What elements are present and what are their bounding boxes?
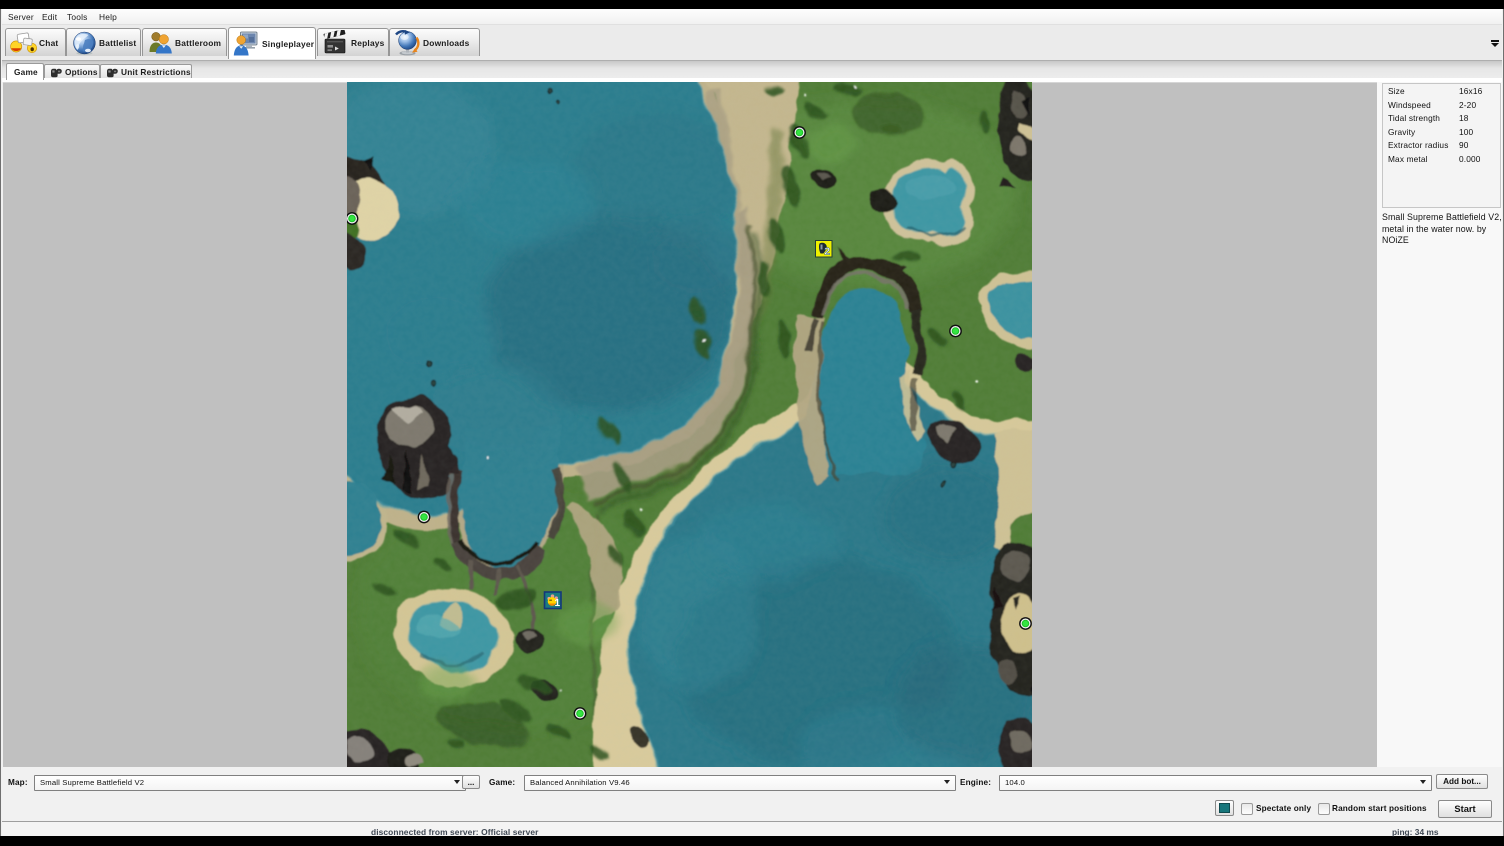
svg-text:1: 1 bbox=[555, 598, 561, 609]
svg-text:2: 2 bbox=[824, 246, 830, 258]
